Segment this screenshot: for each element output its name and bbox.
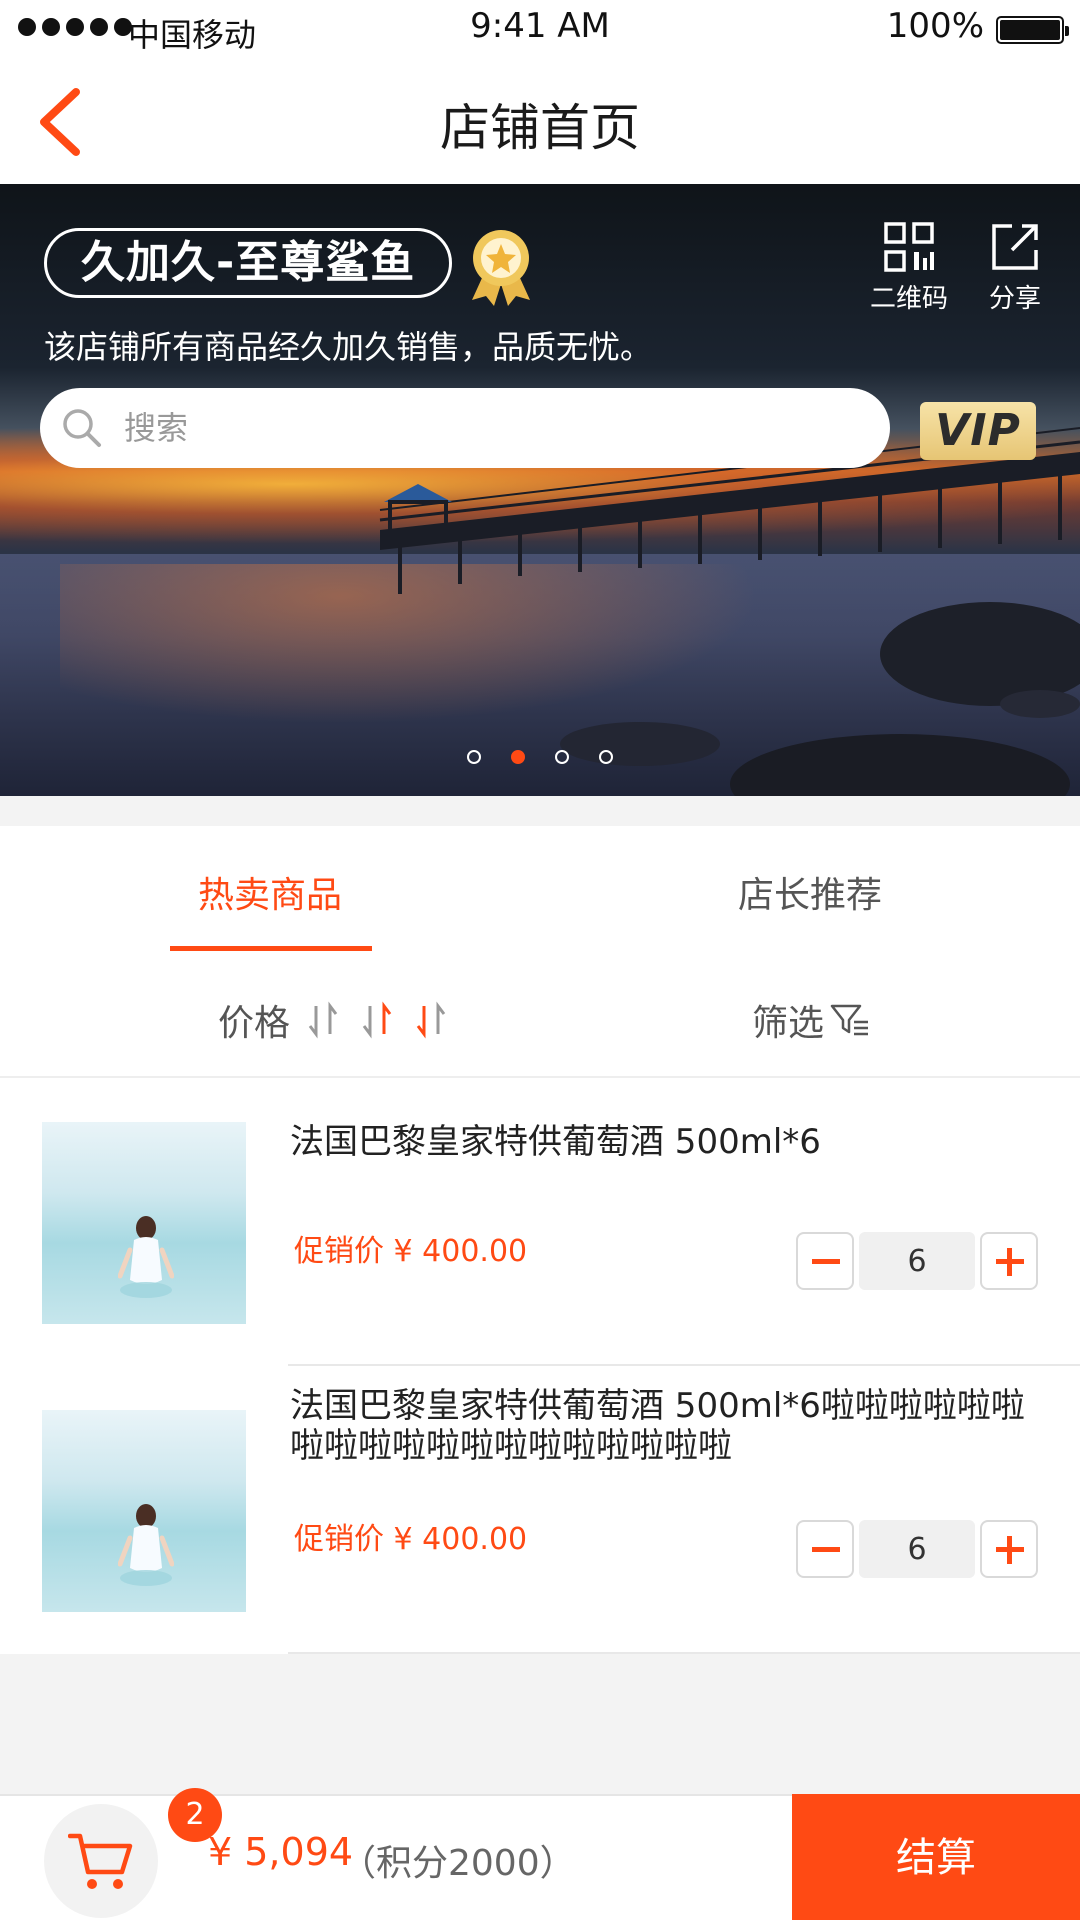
product-image[interactable] (42, 1122, 246, 1324)
active-tab-indicator (170, 946, 372, 951)
minus-icon (812, 1259, 840, 1264)
filter-icon (830, 1004, 869, 1036)
carousel-dot[interactable] (599, 750, 613, 764)
price-sort-label: 价格 (218, 1003, 291, 1044)
filter-button[interactable]: 筛选 (752, 994, 870, 1046)
search-icon (63, 409, 101, 447)
checkout-bar: 2 ¥ 5,094 （积分2000） 结算 (0, 1788, 1080, 1920)
product-tabs: 热卖商品 店长推荐 (0, 826, 1080, 960)
battery-icon (996, 16, 1069, 44)
product-image[interactable] (42, 1410, 246, 1612)
sort-bar: 价格 筛选 (0, 960, 1080, 1078)
share-button[interactable]: 分享 (980, 222, 1050, 315)
medal-icon (472, 230, 530, 306)
quantity-stepper (796, 1232, 1038, 1290)
cart-button[interactable]: 2 (44, 1788, 222, 1918)
product-name[interactable]: 法国巴黎皇家特供葡萄酒 500ml*6 (290, 1122, 1050, 1162)
qr-code-label: 二维码 (869, 284, 948, 314)
filter-label: 筛选 (752, 1003, 825, 1044)
search-input[interactable] (124, 402, 864, 454)
cart-points: （积分2000） (340, 1843, 576, 1884)
increase-quantity-button[interactable] (980, 1232, 1038, 1290)
carousel-dot-active[interactable] (511, 750, 525, 764)
carousel-indicator (0, 750, 1080, 764)
carousel-dot[interactable] (555, 750, 569, 764)
price-sort-button[interactable]: 价格 (218, 994, 468, 1046)
checkout-button[interactable]: 结算 (792, 1794, 1080, 1920)
share-label: 分享 (988, 284, 1041, 314)
vip-badge[interactable]: VIP (920, 402, 1036, 460)
shop-banner: 久加久-至尊鲨鱼 该店铺所有商品经久加久销售，品质无忧。 二维码 分享 搜索 V… (0, 184, 1080, 796)
battery-percentage: 100% (886, 6, 984, 46)
qr-code-icon (884, 222, 934, 272)
product-photo-figure (118, 1504, 174, 1586)
decrease-quantity-button[interactable] (796, 1520, 854, 1578)
status-bar: 中国移动 9:41 AM 100% (0, 0, 1080, 60)
tab-manager-recommend[interactable]: 店长推荐 (540, 866, 1080, 918)
sort-ascending-icon[interactable] (360, 1000, 394, 1040)
list-item[interactable]: 法国巴黎皇家特供葡萄酒 500ml*6 促销价 ¥ 400.00 (0, 1078, 1080, 1366)
product-photo-figure (118, 1216, 174, 1298)
product-price: 促销价 ¥ 400.00 (294, 1234, 528, 1269)
minus-icon (812, 1547, 840, 1552)
product-name[interactable]: 法国巴黎皇家特供葡萄酒 500ml*6啦啦啦啦啦啦啦啦啦啦啦啦啦啦啦啦啦啦啦 (290, 1386, 1050, 1466)
quantity-input[interactable] (859, 1520, 975, 1578)
divider (288, 1652, 1080, 1654)
increase-quantity-button[interactable] (980, 1520, 1038, 1578)
quantity-stepper (796, 1520, 1038, 1578)
navigation-bar: 店铺首页 (0, 60, 1080, 184)
shop-name: 久加久-至尊鲨鱼 (44, 228, 453, 298)
qr-code-button[interactable]: 二维码 (864, 222, 954, 315)
shopping-cart-icon (68, 1833, 133, 1889)
cart-total: ¥ 5,094 (208, 1830, 354, 1874)
product-price: 促销价 ¥ 400.00 (294, 1522, 528, 1557)
tab-hot-products[interactable]: 热卖商品 (0, 866, 540, 918)
list-item[interactable]: 法国巴黎皇家特供葡萄酒 500ml*6啦啦啦啦啦啦啦啦啦啦啦啦啦啦啦啦啦啦啦 促… (0, 1366, 1080, 1654)
share-icon (992, 224, 1038, 270)
shop-description: 该店铺所有商品经久加久销售，品质无忧。 (44, 328, 653, 366)
page-title: 店铺首页 (440, 99, 640, 157)
decrease-quantity-button[interactable] (796, 1232, 854, 1290)
quantity-input[interactable] (859, 1232, 975, 1290)
product-list: 法国巴黎皇家特供葡萄酒 500ml*6 促销价 ¥ 400.00 法国巴黎皇家特… (0, 1078, 1080, 1654)
search-bar[interactable] (40, 388, 890, 468)
sort-neutral-icon[interactable] (306, 1000, 340, 1040)
sort-descending-icon[interactable] (414, 1000, 448, 1040)
carousel-dot[interactable] (467, 750, 481, 764)
